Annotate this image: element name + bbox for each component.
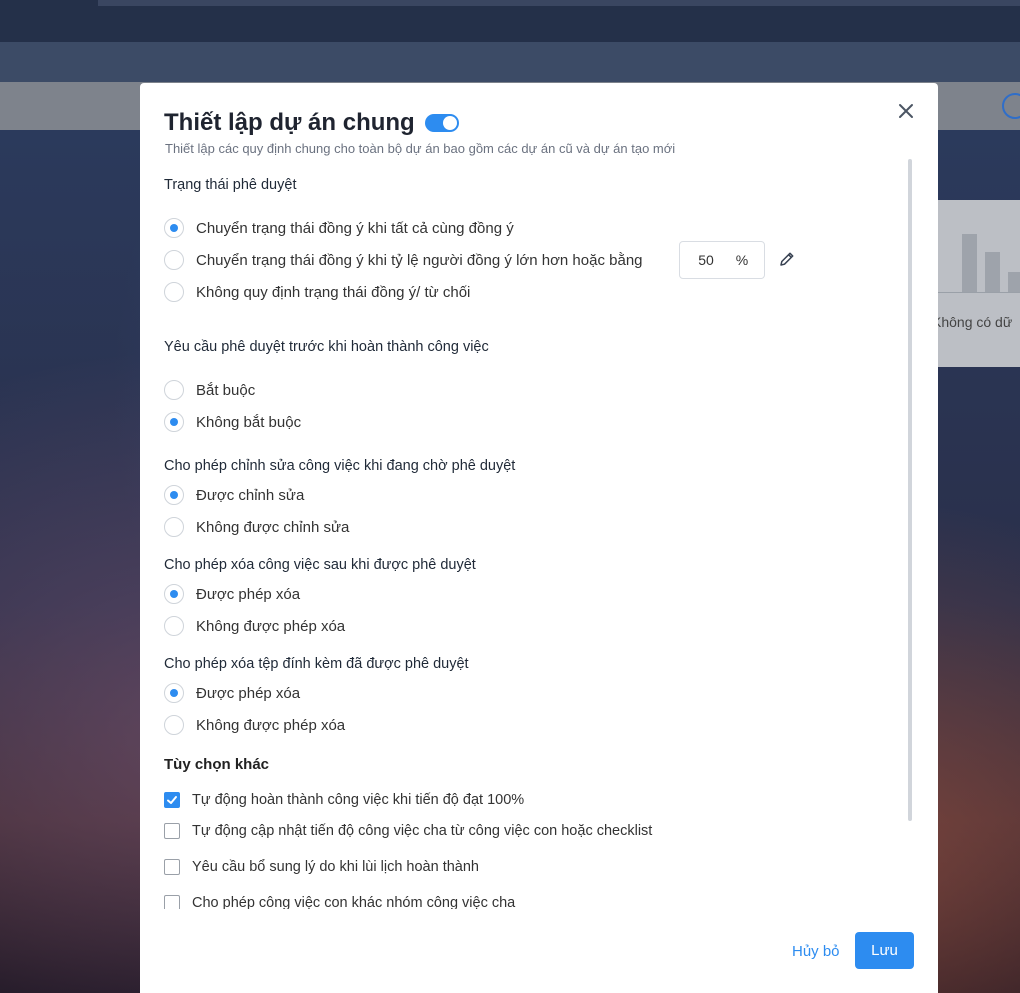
bg-chart-bar: [962, 234, 977, 292]
bg-card-empty-text: Không có dữ: [938, 314, 1013, 330]
app-navbar: [0, 42, 1020, 82]
radio-label: Chuyển trạng thái đồng ý khi tất cả cùng…: [196, 219, 514, 237]
radio-button[interactable]: [164, 412, 184, 432]
settings-scroll-area: Trạng thái phê duyệt Chuyển trạng thái đ…: [164, 173, 914, 909]
save-button[interactable]: Lưu: [855, 932, 914, 969]
checkbox-auto-update-progress[interactable]: Tự động cập nhật tiến độ công việc cha t…: [164, 823, 652, 839]
radio-not-required[interactable]: Không bắt buộc: [164, 412, 301, 432]
radio-label: Không được phép xóa: [196, 716, 346, 734]
radio-label: Không quy định trạng thái đồng ý/ từ chố…: [196, 283, 471, 301]
radio-can-delete-attachment[interactable]: Được phép xóa: [164, 683, 300, 703]
radio-button[interactable]: [164, 380, 184, 400]
radio-button[interactable]: [164, 584, 184, 604]
radio-button[interactable]: [164, 517, 184, 537]
radio-label: Chuyển trạng thái đồng ý khi tỷ lệ người…: [196, 251, 643, 269]
checkbox-label: Yêu cầu bổ sung lý do khi lùi lịch hoàn …: [192, 859, 479, 875]
radio-button[interactable]: [164, 485, 184, 505]
section-title-edit-pending: Cho phép chỉnh sửa công việc khi đang ch…: [164, 458, 516, 474]
radio-cannot-delete-attachment[interactable]: Không được phép xóa: [164, 715, 345, 735]
close-icon[interactable]: [896, 101, 916, 121]
radio-can-delete-task[interactable]: Được phép xóa: [164, 584, 300, 604]
enable-toggle[interactable]: [424, 114, 459, 132]
modal-title: Thiết lập dự án chung: [164, 109, 415, 136]
radio-label: Không được phép xóa: [196, 617, 346, 635]
percent-input[interactable]: 50 %: [679, 241, 765, 279]
section-title-delete-attachment: Cho phép xóa tệp đính kèm đã được phê du…: [164, 656, 469, 672]
app-header: [0, 0, 1020, 42]
radio-button[interactable]: [164, 715, 184, 735]
radio-button[interactable]: [164, 218, 184, 238]
checkbox-label: Tự động hoàn thành công việc khi tiến độ…: [192, 792, 525, 808]
checkbox[interactable]: [164, 792, 180, 808]
checkbox[interactable]: [164, 895, 180, 909]
checkbox[interactable]: [164, 823, 180, 839]
toggle-knob: [442, 116, 457, 130]
section-title-other-options: Tùy chọn khác: [164, 756, 270, 773]
radio-button[interactable]: [164, 616, 184, 636]
pencil-icon[interactable]: [778, 250, 796, 268]
radio-label: Không bắt buộc: [196, 413, 302, 431]
percent-value: 50: [698, 252, 714, 268]
section-title-require-approval: Yêu cầu phê duyệt trước khi hoàn thành c…: [164, 339, 489, 355]
cancel-button[interactable]: Hủy bỏ: [792, 943, 840, 960]
radio-no-rule[interactable]: Không quy định trạng thái đồng ý/ từ chố…: [164, 282, 470, 302]
radio-cannot-edit[interactable]: Không được chỉnh sửa: [164, 517, 349, 537]
radio-required[interactable]: Bắt buộc: [164, 380, 255, 400]
radio-approve-all[interactable]: Chuyển trạng thái đồng ý khi tất cả cùng…: [164, 218, 514, 238]
header-accent-line: [98, 0, 1020, 6]
radio-cannot-delete-task[interactable]: Không được phép xóa: [164, 616, 345, 636]
project-settings-modal: Thiết lập dự án chung Thiết lập các quy …: [140, 83, 938, 993]
checkbox-label: Cho phép công việc con khác nhóm công vi…: [192, 895, 516, 909]
checkbox-allow-different-group[interactable]: Cho phép công việc con khác nhóm công vi…: [164, 895, 515, 909]
bg-chart-axis: [938, 292, 1020, 293]
radio-label: Không được chỉnh sửa: [196, 518, 350, 536]
radio-button[interactable]: [164, 250, 184, 270]
checkbox-require-reason[interactable]: Yêu cầu bổ sung lý do khi lùi lịch hoàn …: [164, 859, 479, 875]
radio-label: Được phép xóa: [196, 684, 301, 702]
radio-label: Được phép xóa: [196, 585, 301, 603]
radio-label: Bắt buộc: [196, 381, 256, 399]
checkbox[interactable]: [164, 859, 180, 875]
section-title-approval-status: Trạng thái phê duyệt: [164, 177, 297, 193]
radio-button[interactable]: [164, 282, 184, 302]
radio-label: Được chỉnh sửa: [196, 486, 305, 504]
background-chart-card: Không có dữ: [938, 200, 1020, 367]
percent-unit: %: [735, 252, 749, 268]
checkbox-auto-complete[interactable]: Tự động hoàn thành công việc khi tiến độ…: [164, 792, 524, 808]
modal-header: Thiết lập dự án chung: [164, 109, 459, 137]
checkbox-label: Tự động cập nhật tiến độ công việc cha t…: [192, 823, 653, 839]
modal-subtitle: Thiết lập các quy định chung cho toàn bộ…: [165, 141, 676, 156]
bg-chart-bar: [985, 252, 1000, 292]
radio-can-edit[interactable]: Được chỉnh sửa: [164, 485, 304, 505]
radio-approve-ratio[interactable]: Chuyển trạng thái đồng ý khi tỷ lệ người…: [164, 250, 643, 270]
radio-button[interactable]: [164, 683, 184, 703]
section-title-delete-task: Cho phép xóa công việc sau khi được phê …: [164, 557, 476, 573]
bg-chart-bar: [1008, 272, 1020, 292]
